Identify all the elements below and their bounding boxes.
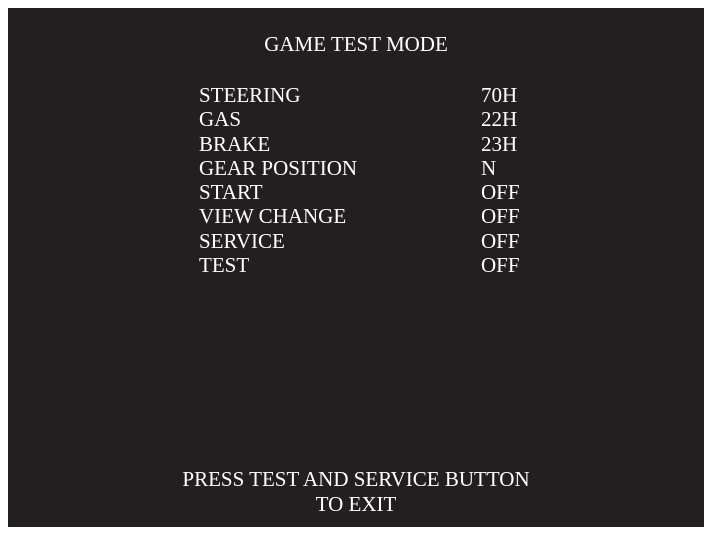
status-row-steering: STEERING 70H (199, 83, 539, 107)
exit-instructions: PRESS TEST AND SERVICE BUTTON TO EXIT (8, 467, 704, 517)
status-label: VIEW CHANGE (199, 204, 347, 229)
status-value: OFF (481, 180, 520, 205)
status-value: OFF (481, 228, 520, 253)
input-status-list: STEERING 70H GAS 22H BRAKE 23H GEAR POSI… (199, 83, 539, 277)
status-label: SERVICE (199, 228, 285, 253)
screen-title: GAME TEST MODE (264, 32, 448, 56)
status-value: OFF (481, 253, 520, 278)
status-row-view-change: VIEW CHANGE OFF (199, 204, 539, 228)
exit-instruction-line-1: PRESS TEST AND SERVICE BUTTON (182, 467, 530, 491)
status-label: GAS (199, 107, 242, 132)
status-label: START (199, 180, 263, 205)
status-label: TEST (199, 253, 250, 278)
status-value: 23H (481, 131, 518, 156)
status-row-gas: GAS 22H (199, 107, 539, 131)
status-value: N (481, 155, 497, 180)
status-value: 22H (481, 107, 518, 132)
status-label: GEAR POSITION (199, 155, 358, 180)
status-value: OFF (481, 204, 520, 229)
status-label: BRAKE (199, 131, 271, 156)
status-value: 70H (481, 83, 518, 107)
exit-instruction-line-2: TO EXIT (315, 492, 397, 516)
test-mode-screen: GAME TEST MODE STEERING 70H GAS 22H BRAK… (8, 8, 704, 527)
status-row-brake: BRAKE 23H (199, 132, 539, 156)
status-row-test: TEST OFF (199, 253, 539, 277)
status-row-gear-position: GEAR POSITION N (199, 156, 539, 180)
status-row-start: START OFF (199, 180, 539, 204)
status-label: STEERING (199, 83, 301, 107)
status-row-service: SERVICE OFF (199, 229, 539, 253)
